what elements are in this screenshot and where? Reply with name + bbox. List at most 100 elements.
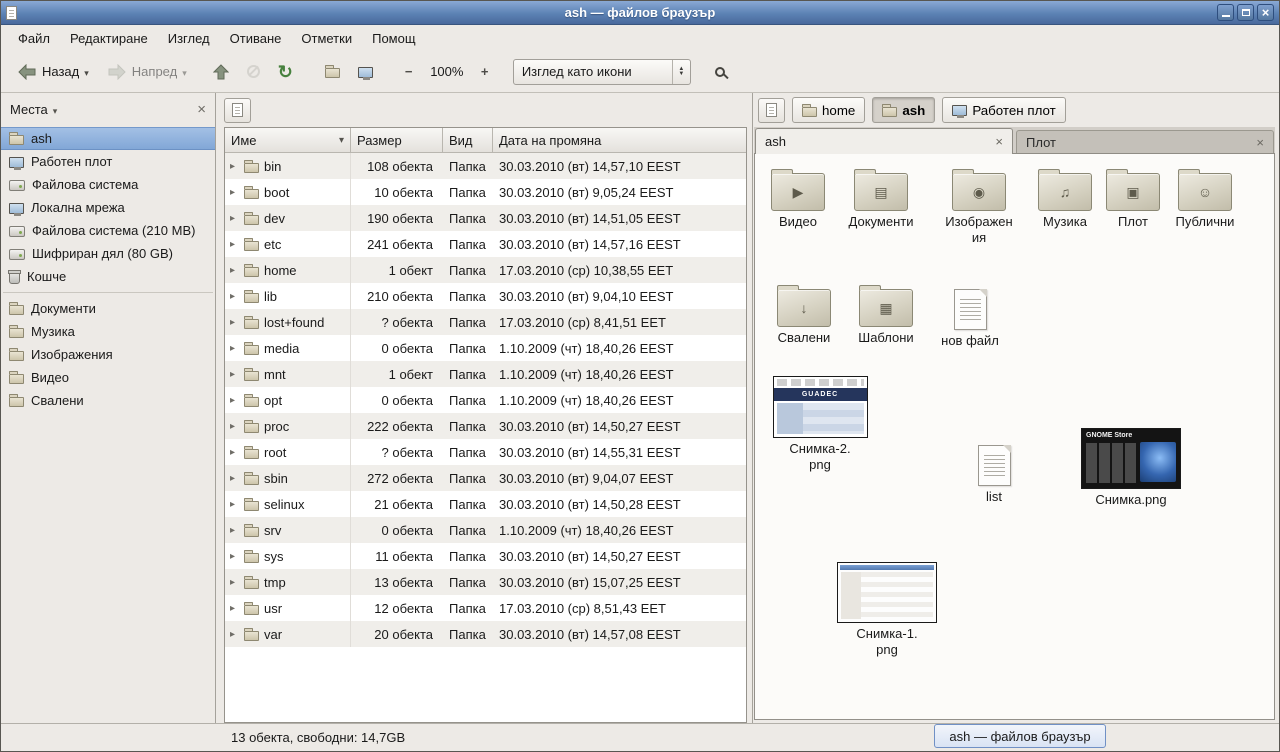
tab-desktop[interactable]: Плот× — [1016, 130, 1274, 153]
sidebar-item-ash[interactable]: ash — [1, 127, 215, 150]
maximize-button[interactable] — [1237, 4, 1254, 21]
stop-button[interactable] — [241, 61, 266, 82]
expander-icon[interactable]: ▸ — [230, 499, 239, 510]
tab-ash[interactable]: ash× — [755, 128, 1013, 154]
sidebar-close-button[interactable] — [197, 102, 206, 117]
pathbar-pane-button[interactable] — [758, 98, 785, 123]
spin-arrows-icon[interactable] — [672, 60, 690, 84]
back-dropdown-icon[interactable] — [84, 64, 89, 79]
minimize-button[interactable] — [1217, 4, 1234, 21]
expander-icon[interactable]: ▸ — [230, 161, 239, 172]
expander-icon[interactable]: ▸ — [230, 577, 239, 588]
tree-row[interactable]: ▸sys11 обектаПапка30.03.2010 (вт) 14,50,… — [225, 543, 746, 569]
up-button[interactable] — [207, 60, 235, 84]
sidebar-item-local-network[interactable]: Локална мрежа — [1, 196, 215, 219]
icon-item-new-file[interactable]: нов файл — [932, 286, 1008, 349]
tree-row[interactable]: ▸usr12 обектаПапка17.03.2010 (ср) 8,51,4… — [225, 595, 746, 621]
zoom-in-button[interactable]: + — [475, 60, 495, 83]
icon-item-music[interactable]: ♫Музика — [1027, 168, 1103, 230]
tree-row[interactable]: ▸selinux21 обектаПапка30.03.2010 (вт) 14… — [225, 491, 746, 517]
menu-item-view[interactable]: Изглед — [159, 28, 219, 49]
zoom-level[interactable]: 100% — [425, 64, 469, 79]
window-icon[interactable] — [6, 6, 17, 20]
tree-row[interactable]: ▸root? обектаПапка30.03.2010 (вт) 14,55,… — [225, 439, 746, 465]
icon-item-downloads[interactable]: ↓Свалени — [766, 284, 842, 346]
menu-item-edit[interactable]: Редактиране — [61, 28, 157, 49]
back-button[interactable]: Назад — [11, 60, 95, 84]
path-button-ash[interactable]: ash — [872, 97, 935, 123]
icon-item-templates[interactable]: ▦Шаблони — [848, 284, 924, 346]
expander-icon[interactable]: ▸ — [230, 525, 239, 536]
menu-item-file[interactable]: Файл — [9, 28, 59, 49]
expander-icon[interactable]: ▸ — [230, 551, 239, 562]
sidebar-item-filesystem[interactable]: Файлова система — [1, 173, 215, 196]
sidebar-item-downloads[interactable]: Свалени — [1, 389, 215, 412]
icon-item-pictures[interactable]: ◉Изображен ия — [941, 168, 1017, 246]
tree-row[interactable]: ▸media0 обектаПапка1.10.2009 (чт) 18,40,… — [225, 335, 746, 361]
forward-button[interactable]: Напред — [101, 60, 193, 84]
sidebar-item-encrypted-80gb[interactable]: Шифриран дял (80 GB) — [1, 242, 215, 265]
sidebar-item-videos[interactable]: Видео — [1, 366, 215, 389]
expander-icon[interactable]: ▸ — [230, 395, 239, 406]
tree-row[interactable]: ▸var20 обектаПапка30.03.2010 (вт) 14,57,… — [225, 621, 746, 647]
expander-icon[interactable]: ▸ — [230, 603, 239, 614]
tree-row[interactable]: ▸lib210 обектаПапка30.03.2010 (вт) 9,04,… — [225, 283, 746, 309]
home-button[interactable] — [319, 61, 346, 82]
expander-icon[interactable]: ▸ — [230, 291, 239, 302]
expander-icon[interactable]: ▸ — [230, 187, 239, 198]
sidebar-item-documents[interactable]: Документи — [1, 297, 215, 320]
reload-button[interactable]: ↻ — [272, 60, 299, 84]
search-button[interactable] — [709, 63, 731, 81]
expander-icon[interactable]: ▸ — [230, 265, 239, 276]
icon-item-documents[interactable]: ▤Документи — [843, 168, 919, 230]
tab-close-button[interactable]: × — [995, 134, 1003, 149]
expander-icon[interactable]: ▸ — [230, 473, 239, 484]
titlebar[interactable]: ash — файлов браузър — [1, 1, 1279, 25]
sidebar-chevron-icon[interactable] — [53, 102, 58, 117]
tree-row[interactable]: ▸proc222 обектаПапка30.03.2010 (вт) 14,5… — [225, 413, 746, 439]
sidebar-item-trash[interactable]: Кошче — [1, 265, 215, 288]
tree-row[interactable]: ▸dev190 обектаПапка30.03.2010 (вт) 14,51… — [225, 205, 746, 231]
sidebar-item-music[interactable]: Музика — [1, 320, 215, 343]
column-header-date[interactable]: Дата на промяна — [493, 128, 746, 153]
column-header-name[interactable]: Име▾ — [225, 128, 351, 153]
sidebar-item-filesystem-210mb[interactable]: Файлова система (210 MB) — [1, 219, 215, 242]
expander-icon[interactable]: ▸ — [230, 369, 239, 380]
expander-icon[interactable]: ▸ — [230, 343, 239, 354]
tree-row[interactable]: ▸etc241 обектаПапка30.03.2010 (вт) 14,57… — [225, 231, 746, 257]
expander-icon[interactable]: ▸ — [230, 317, 239, 328]
view-mode-select[interactable]: Изглед като икони — [513, 59, 691, 85]
computer-button[interactable] — [352, 62, 379, 82]
sidebar-item-pictures[interactable]: Изображения — [1, 343, 215, 366]
menu-item-bookmarks[interactable]: Отметки — [292, 28, 361, 49]
menu-item-help[interactable]: Помощ — [363, 28, 424, 49]
tree-row[interactable]: ▸bin108 обектаПапка30.03.2010 (вт) 14,57… — [225, 153, 746, 179]
tree-row[interactable]: ▸sbin272 обектаПапка30.03.2010 (вт) 9,04… — [225, 465, 746, 491]
tree-row[interactable]: ▸home1 обектПапка17.03.2010 (ср) 10,38,5… — [225, 257, 746, 283]
zoom-out-button[interactable]: − — [399, 60, 419, 83]
expander-icon[interactable]: ▸ — [230, 629, 239, 640]
tree-row[interactable]: ▸lost+found? обектаПапка17.03.2010 (ср) … — [225, 309, 746, 335]
path-button-home[interactable]: home — [792, 97, 865, 123]
tree-row[interactable]: ▸opt0 обектаПапка1.10.2009 (чт) 18,40,26… — [225, 387, 746, 413]
expander-icon[interactable]: ▸ — [230, 213, 239, 224]
icon-item-snimka-2[interactable]: GUADECСнимка-2. png — [768, 376, 872, 473]
menu-item-go[interactable]: Отиване — [221, 28, 291, 49]
taskbar-window-button[interactable]: ash — файлов браузър — [934, 724, 1106, 748]
tree-row[interactable]: ▸boot10 обектаПапка30.03.2010 (вт) 9,05,… — [225, 179, 746, 205]
sidebar-item-desktop[interactable]: Работен плот — [1, 150, 215, 173]
icon-item-public[interactable]: ☺Публични — [1167, 168, 1243, 230]
tree-row[interactable]: ▸tmp13 обектаПапка30.03.2010 (вт) 15,07,… — [225, 569, 746, 595]
column-header-size[interactable]: Размер — [351, 128, 443, 153]
expander-icon[interactable]: ▸ — [230, 239, 239, 250]
icon-item-video[interactable]: ▶Видео — [760, 168, 836, 230]
tree-row[interactable]: ▸srv0 обектаПапка1.10.2009 (чт) 18,40,26… — [225, 517, 746, 543]
expander-icon[interactable]: ▸ — [230, 421, 239, 432]
icon-item-snimka-1[interactable]: Снимка-1. png — [835, 562, 939, 658]
icon-item-snimka[interactable]: GNOME StoreСнимка.png — [1079, 428, 1183, 508]
root-location-button[interactable] — [224, 98, 251, 123]
expander-icon[interactable]: ▸ — [230, 447, 239, 458]
icon-item-desktop[interactable]: ▣Плот — [1095, 168, 1171, 230]
path-button-desktop[interactable]: Работен плот — [942, 97, 1065, 123]
tree-row[interactable]: ▸mnt1 обектПапка1.10.2009 (чт) 18,40,26 … — [225, 361, 746, 387]
